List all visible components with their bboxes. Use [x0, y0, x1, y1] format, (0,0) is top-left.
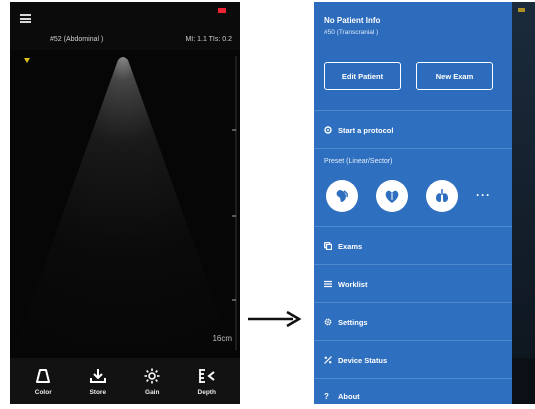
- menu-item-exams[interactable]: Exams: [314, 232, 512, 260]
- depth-icon: [198, 367, 216, 385]
- menu-item-label: Device Status: [338, 355, 388, 365]
- focus-marker-icon: [24, 58, 30, 63]
- cardiac-preset-button[interactable]: [376, 180, 408, 212]
- divider: [314, 110, 512, 111]
- store-download-icon: [89, 367, 106, 385]
- divider: [314, 302, 512, 303]
- menu-item-label: Settings: [338, 317, 368, 327]
- patient-header: No Patient Info #50 (Transcranial ) Edit…: [314, 2, 512, 110]
- lung-preset-icon: [436, 189, 448, 202]
- navigation-drawer: No Patient Info #50 (Transcranial ) Edit…: [314, 2, 512, 404]
- worklist-icon: [324, 280, 338, 288]
- menu-hamburger-icon[interactable]: [20, 14, 31, 23]
- menu-item-worklist[interactable]: Worklist: [314, 270, 512, 298]
- more-presets-icon[interactable]: ···: [476, 188, 491, 202]
- current-preset-label: #52 (Abdominal ): [50, 36, 104, 43]
- color-label: Color: [34, 388, 52, 396]
- menu-screen: No Patient Info #50 (Transcranial ) Edit…: [314, 2, 535, 404]
- abdominal-preset-icon: [336, 190, 348, 202]
- menu-item-label: Worklist: [338, 279, 368, 289]
- battery-icon: [518, 8, 525, 12]
- depth-label: Depth: [197, 388, 216, 396]
- scan-header: #52 (Abdominal ) MI: 1.1 TIs: 0.2: [10, 2, 240, 50]
- patient-title: No Patient Info: [324, 16, 381, 25]
- background-toolbar: [512, 358, 535, 404]
- start-protocol-item[interactable]: Start a protocol: [314, 116, 512, 144]
- menu-item-settings[interactable]: Settings: [314, 308, 512, 336]
- ultrasound-image[interactable]: [10, 50, 240, 358]
- color-probe-icon: [36, 367, 51, 385]
- abdominal-preset-button[interactable]: [326, 180, 358, 212]
- divider: [314, 148, 512, 149]
- new-exam-button[interactable]: New Exam: [416, 62, 493, 90]
- gain-label: Gain: [145, 388, 160, 396]
- patient-preset-subtitle: #50 (Transcranial ): [324, 29, 379, 36]
- cardiac-preset-icon: [385, 190, 399, 203]
- divider: [314, 264, 512, 265]
- scan-toolbar: Color Store Gain Depth: [10, 358, 240, 404]
- divider: [314, 378, 512, 379]
- divider: [314, 340, 512, 341]
- depth-button[interactable]: Depth: [185, 367, 229, 396]
- depth-readout: 16cm: [212, 334, 232, 343]
- exams-icon: [324, 242, 338, 250]
- transition-arrow-icon: [248, 310, 302, 328]
- store-label: Store: [89, 388, 107, 396]
- menu-item-label: Exams: [338, 241, 363, 251]
- background-scan-view: [512, 2, 535, 404]
- menu-item-label: About: [338, 391, 360, 401]
- divider: [314, 226, 512, 227]
- device-status-icon: [324, 356, 338, 364]
- preset-section-label: Preset (Linear/Sector): [324, 158, 393, 165]
- start-protocol-label: Start a protocol: [338, 125, 394, 135]
- gain-button[interactable]: Gain: [130, 367, 174, 396]
- menu-item-about[interactable]: ? About: [314, 382, 512, 404]
- gain-brightness-icon: [144, 367, 160, 385]
- protocol-icon: [324, 126, 338, 134]
- mi-tis-readout: MI: 1.1 TIs: 0.2: [185, 36, 232, 43]
- lung-preset-button[interactable]: [426, 180, 458, 212]
- battery-icon: [218, 8, 226, 13]
- store-button[interactable]: Store: [76, 367, 120, 396]
- scan-screen: #52 (Abdominal ) MI: 1.1 TIs: 0.2 16cm C…: [10, 2, 240, 404]
- color-button[interactable]: Color: [21, 367, 65, 396]
- about-icon: ?: [324, 391, 329, 401]
- settings-icon: [324, 318, 338, 326]
- edit-patient-button[interactable]: Edit Patient: [324, 62, 401, 90]
- menu-item-device-status[interactable]: Device Status: [314, 346, 512, 374]
